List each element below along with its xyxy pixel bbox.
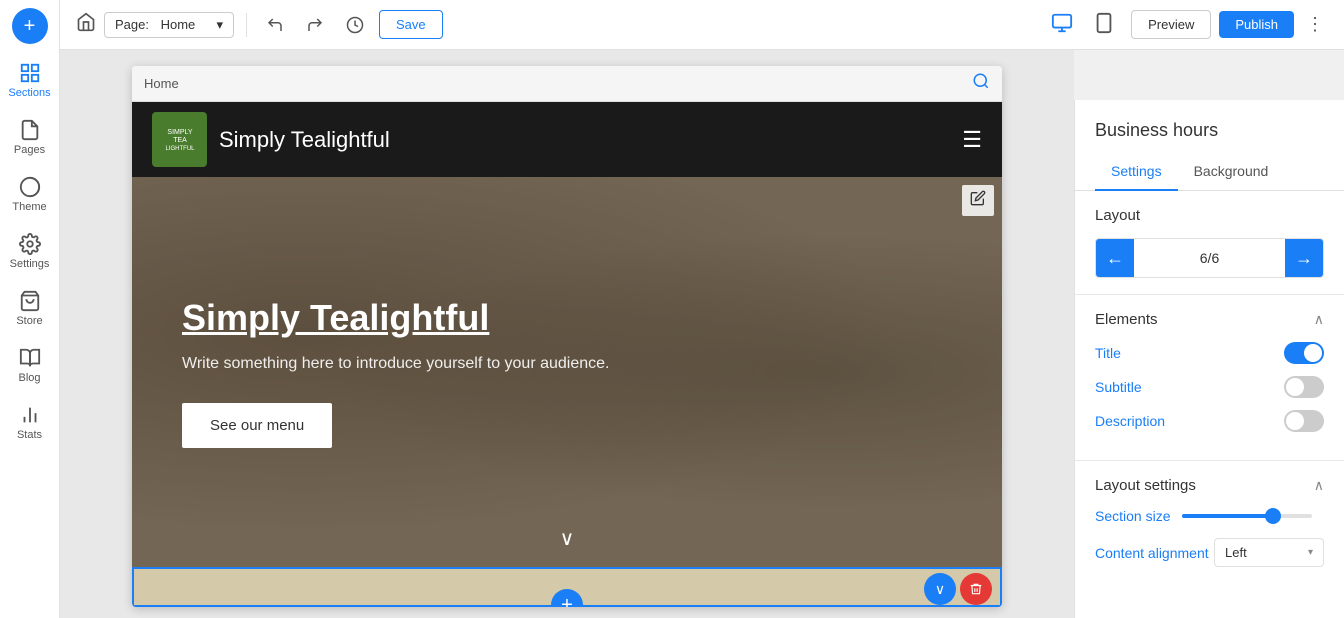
left-sidebar: + Sections Pages Theme Settings <box>0 0 60 618</box>
browser-url: Home <box>144 76 179 91</box>
layout-settings-title: Layout settings ∧ <box>1095 477 1324 494</box>
hero-subtitle: Write something here to introduce yourse… <box>182 355 952 373</box>
site-name: Simply Tealightful <box>219 127 390 153</box>
sidebar-item-blog-label: Blog <box>18 372 40 384</box>
tab-settings[interactable]: Settings <box>1095 153 1178 191</box>
layout-section-title: Layout <box>1095 207 1324 224</box>
description-toggle-row: Description <box>1095 410 1324 432</box>
elements-collapse-icon[interactable]: ∧ <box>1314 311 1324 328</box>
sidebar-item-pages[interactable]: Pages <box>0 109 59 166</box>
preview-button[interactable]: Preview <box>1131 10 1211 39</box>
description-toggle[interactable] <box>1284 410 1324 432</box>
desktop-button[interactable] <box>1043 8 1081 41</box>
layout-settings-collapse-icon[interactable]: ∧ <box>1314 477 1324 494</box>
section-edit-icon[interactable] <box>962 185 994 216</box>
panel-tabs: Settings Background <box>1075 153 1344 191</box>
layout-value: 6/6 <box>1134 250 1285 266</box>
browser-frame: Home SIMPLY TEA LIGHTFUL Simply Teali <box>132 66 1002 607</box>
sidebar-item-settings[interactable]: Settings <box>0 223 59 280</box>
title-toggle[interactable] <box>1284 342 1324 364</box>
content-alignment-row: Content alignment Left ▾ <box>1095 538 1324 567</box>
search-icon[interactable] <box>972 72 990 95</box>
content-alignment-label: Content alignment <box>1095 545 1209 561</box>
home-icon[interactable] <box>76 12 96 37</box>
sidebar-item-theme[interactable]: Theme <box>0 166 59 223</box>
elements-section-title: Elements ∧ <box>1095 311 1324 328</box>
layout-next-button[interactable]: → <box>1285 239 1323 277</box>
hero-title: Simply Tealightful <box>182 297 952 339</box>
elements-section: Elements ∧ Title Subtitle Description <box>1075 295 1344 460</box>
sidebar-item-sections-label: Sections <box>8 87 50 99</box>
page-selector[interactable]: Page: Home ▾ <box>104 12 234 38</box>
description-toggle-label: Description <box>1095 413 1165 429</box>
mobile-button[interactable] <box>1085 8 1123 41</box>
sidebar-item-pages-label: Pages <box>14 144 45 156</box>
hero-section: Simply Tealightful Write something here … <box>132 177 1002 567</box>
browser-bar: Home <box>132 66 1002 102</box>
page-label: Page: <box>115 17 149 32</box>
section-actions: ∨ <box>924 573 992 605</box>
page-value: Home <box>161 17 196 32</box>
sidebar-item-stats[interactable]: Stats <box>0 394 59 451</box>
scroll-down-icon: ∨ <box>560 526 575 551</box>
sidebar-item-blog[interactable]: Blog <box>0 337 59 394</box>
sidebar-item-sections[interactable]: Sections <box>0 52 59 109</box>
section-size-label: Section size <box>1095 508 1170 524</box>
svg-text:SIMPLY: SIMPLY <box>167 129 192 136</box>
svg-text:LIGHTFUL: LIGHTFUL <box>165 146 195 152</box>
save-button[interactable]: Save <box>379 10 443 39</box>
tab-background[interactable]: Background <box>1178 153 1285 191</box>
top-bar-right: Preview Publish ⋮ <box>1131 10 1328 39</box>
sidebar-item-theme-label: Theme <box>12 201 46 213</box>
subtitle-toggle-row: Subtitle <box>1095 376 1324 398</box>
hamburger-menu-icon[interactable]: ☰ <box>962 127 982 153</box>
history-button[interactable] <box>339 9 371 41</box>
section-size-row: Section size <box>1095 508 1324 524</box>
top-bar: Page: Home ▾ Save Preview Pu <box>60 0 1344 50</box>
site-navigation: SIMPLY TEA LIGHTFUL Simply Tealightful ☰ <box>132 102 1002 177</box>
subtitle-toggle-label: Subtitle <box>1095 379 1142 395</box>
sidebar-item-stats-label: Stats <box>17 429 42 441</box>
add-section-button-bottom[interactable]: + <box>551 589 583 607</box>
device-toggle <box>1043 8 1123 41</box>
title-toggle-label: Title <box>1095 345 1121 361</box>
right-panel: Business hours Settings Background Layou… <box>1074 100 1344 618</box>
layout-settings-section: Layout settings ∧ Section size Content a… <box>1075 461 1344 597</box>
divider-1 <box>246 13 247 37</box>
redo-button[interactable] <box>299 9 331 41</box>
move-section-down-button[interactable]: ∨ <box>924 573 956 605</box>
svg-text:TEA: TEA <box>173 137 187 144</box>
content-alignment-value: Left <box>1225 545 1247 560</box>
layout-nav: ← 6/6 → <box>1095 238 1324 278</box>
content-alignment-select[interactable]: Left ▾ <box>1214 538 1324 567</box>
more-options-button[interactable]: ⋮ <box>1302 10 1328 39</box>
title-toggle-row: Title <box>1095 342 1324 364</box>
publish-button[interactable]: Publish <box>1219 11 1294 38</box>
selected-section[interactable]: + ∨ <box>132 567 1002 607</box>
hero-cta-button[interactable]: See our menu <box>182 403 332 448</box>
delete-section-button[interactable] <box>960 573 992 605</box>
site-logo: SIMPLY TEA LIGHTFUL Simply Tealightful <box>152 112 390 167</box>
section-size-slider[interactable] <box>1182 514 1312 518</box>
layout-section: Layout ← 6/6 → <box>1075 191 1344 294</box>
undo-button[interactable] <box>259 9 291 41</box>
sidebar-item-store-label: Store <box>16 315 42 327</box>
sidebar-item-store[interactable]: Store <box>0 280 59 337</box>
select-chevron-icon: ▾ <box>1308 547 1313 558</box>
subtitle-toggle[interactable] <box>1284 376 1324 398</box>
panel-title: Business hours <box>1075 100 1344 153</box>
layout-prev-button[interactable]: ← <box>1096 239 1134 277</box>
logo-image: SIMPLY TEA LIGHTFUL <box>152 112 207 167</box>
add-section-button[interactable]: + <box>12 8 48 44</box>
sidebar-item-settings-label: Settings <box>10 258 50 270</box>
